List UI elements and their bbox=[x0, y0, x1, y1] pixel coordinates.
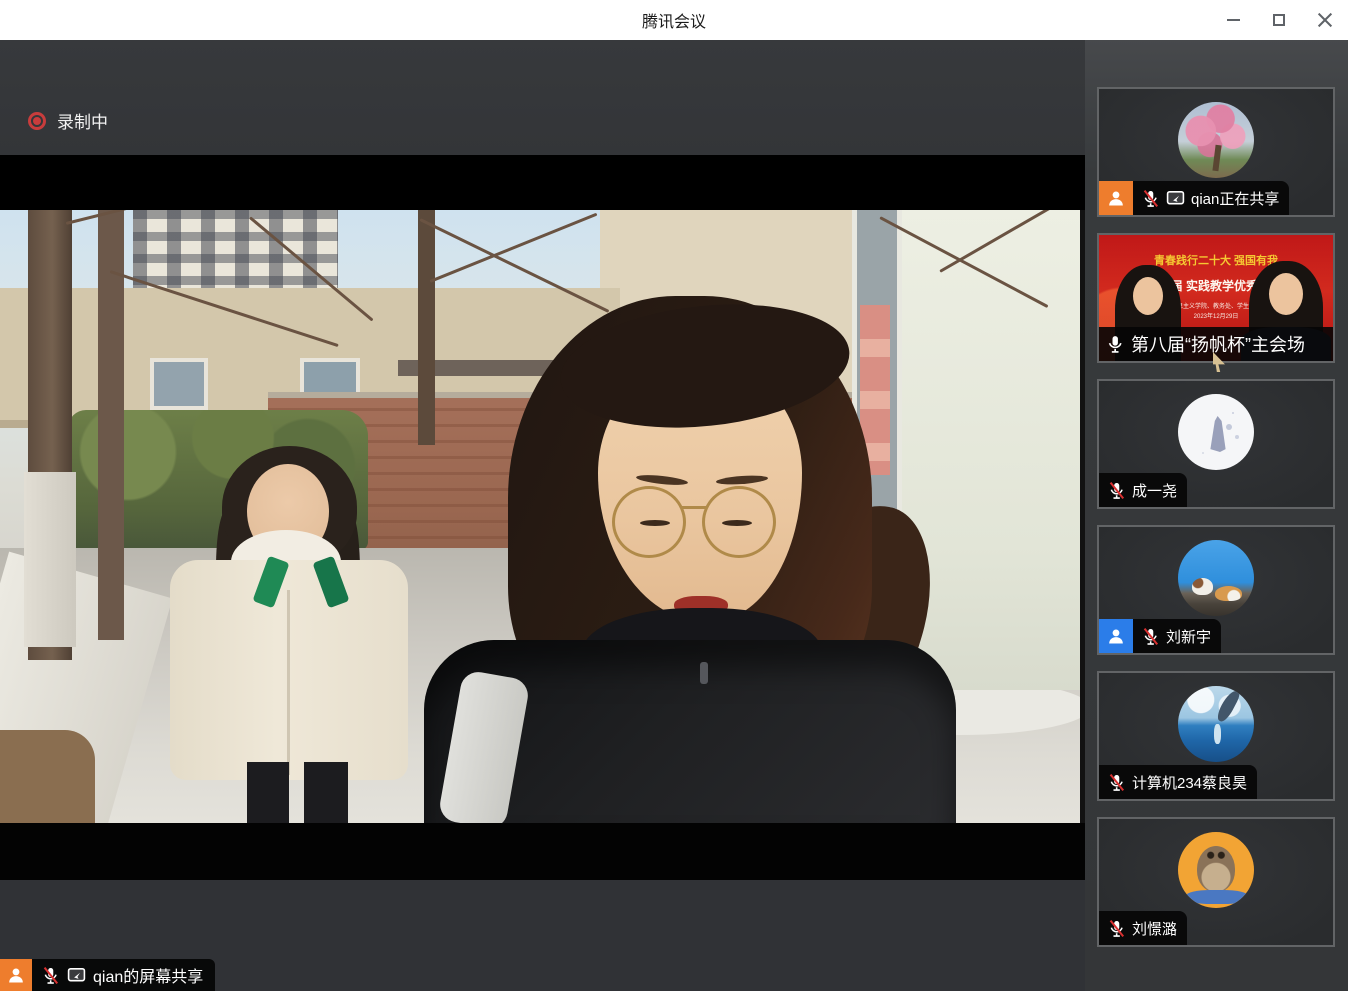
recording-label: 录制中 bbox=[57, 108, 108, 133]
participant-label: 计算机234蔡良昊 bbox=[1099, 765, 1257, 799]
close-icon bbox=[1317, 12, 1333, 28]
participant-tile[interactable]: 刘憬潞 bbox=[1097, 817, 1335, 947]
mic-muted-icon bbox=[41, 966, 60, 985]
participant-tile[interactable]: 刘新宇 bbox=[1097, 525, 1335, 655]
participant-name: 刘新宇 bbox=[1166, 626, 1211, 647]
maximize-icon bbox=[1273, 14, 1285, 26]
participant-label: 成一尧 bbox=[1099, 473, 1187, 507]
participant-avatar bbox=[1178, 686, 1254, 762]
maximize-button[interactable] bbox=[1256, 0, 1302, 40]
person-icon bbox=[6, 965, 26, 985]
screen-share-icon bbox=[67, 966, 86, 985]
participant-label: qian正在共享 bbox=[1099, 181, 1289, 215]
letterbox-bottom bbox=[0, 823, 1085, 880]
scene-tree-trunk bbox=[418, 210, 435, 445]
mic-muted-icon bbox=[1141, 627, 1160, 646]
participant-label: 刘憬潞 bbox=[1099, 911, 1187, 945]
participant-avatar bbox=[1178, 394, 1254, 470]
participant-name: 刘憬潞 bbox=[1132, 918, 1177, 939]
active-share-label: qian的屏幕共享 bbox=[0, 959, 215, 991]
mic-muted-icon bbox=[1107, 919, 1126, 938]
participants-sidebar: qian正在共享 青春践行二十大 强国有我 第八届 实践教学优秀 大赛 思主义学… bbox=[1085, 40, 1348, 991]
participant-tile[interactable]: 成一尧 bbox=[1097, 379, 1335, 509]
letterbox-top bbox=[0, 155, 1085, 210]
scene-window bbox=[150, 358, 208, 410]
participant-avatar bbox=[1178, 540, 1254, 616]
mic-muted-icon bbox=[1107, 773, 1126, 792]
minimize-button[interactable] bbox=[1210, 0, 1256, 40]
participant-tiles: qian正在共享 青春践行二十大 强国有我 第八届 实践教学优秀 大赛 思主义学… bbox=[1097, 87, 1335, 947]
mic-muted-icon bbox=[1107, 481, 1126, 500]
participant-label: 刘新宇 bbox=[1099, 619, 1221, 653]
person-icon bbox=[1106, 626, 1126, 646]
shared-screen-stage: 录制中 bbox=[0, 40, 1085, 991]
scene-right-building bbox=[900, 210, 1082, 690]
participant-tile[interactable]: 计算机234蔡良昊 bbox=[1097, 671, 1335, 801]
recording-indicator: 录制中 bbox=[28, 108, 108, 133]
user-status-icon bbox=[1099, 619, 1133, 653]
shared-video-frame bbox=[0, 210, 1085, 823]
presenter-status-icon bbox=[0, 959, 32, 991]
participant-avatar bbox=[1178, 832, 1254, 908]
scene-tree-trunk-painted bbox=[24, 472, 76, 647]
meeting-content: 录制中 bbox=[0, 40, 1348, 991]
person-icon bbox=[1106, 188, 1126, 208]
mic-on-icon bbox=[1105, 334, 1125, 354]
window-title: 腾讯会议 bbox=[642, 8, 706, 32]
screen-share-icon bbox=[1166, 189, 1185, 208]
participant-tile[interactable]: qian正在共享 bbox=[1097, 87, 1335, 217]
minimize-icon bbox=[1227, 19, 1240, 21]
recording-dot-icon bbox=[28, 112, 46, 130]
participant-avatar bbox=[1178, 102, 1254, 178]
titlebar: 腾讯会议 bbox=[0, 0, 1348, 40]
window-controls bbox=[1210, 0, 1348, 40]
close-button[interactable] bbox=[1302, 0, 1348, 40]
participant-name: 计算机234蔡良昊 bbox=[1132, 772, 1247, 793]
participant-name: 第八届“扬帆杯”主会场 bbox=[1131, 331, 1305, 357]
presenter-status-icon bbox=[1099, 181, 1133, 215]
scene-dirt bbox=[0, 730, 95, 823]
participant-name: 成一尧 bbox=[1132, 480, 1177, 501]
participant-name: qian正在共享 bbox=[1191, 188, 1279, 209]
tencent-meeting-window: 腾讯会议 录制中 bbox=[0, 0, 1348, 991]
participant-tile[interactable]: 青春践行二十大 强国有我 第八届 实践教学优秀 大赛 思主义学院、教务处、学生处… bbox=[1097, 233, 1335, 363]
mic-muted-icon bbox=[1141, 189, 1160, 208]
share-label-text: qian的屏幕共享 bbox=[93, 963, 203, 987]
